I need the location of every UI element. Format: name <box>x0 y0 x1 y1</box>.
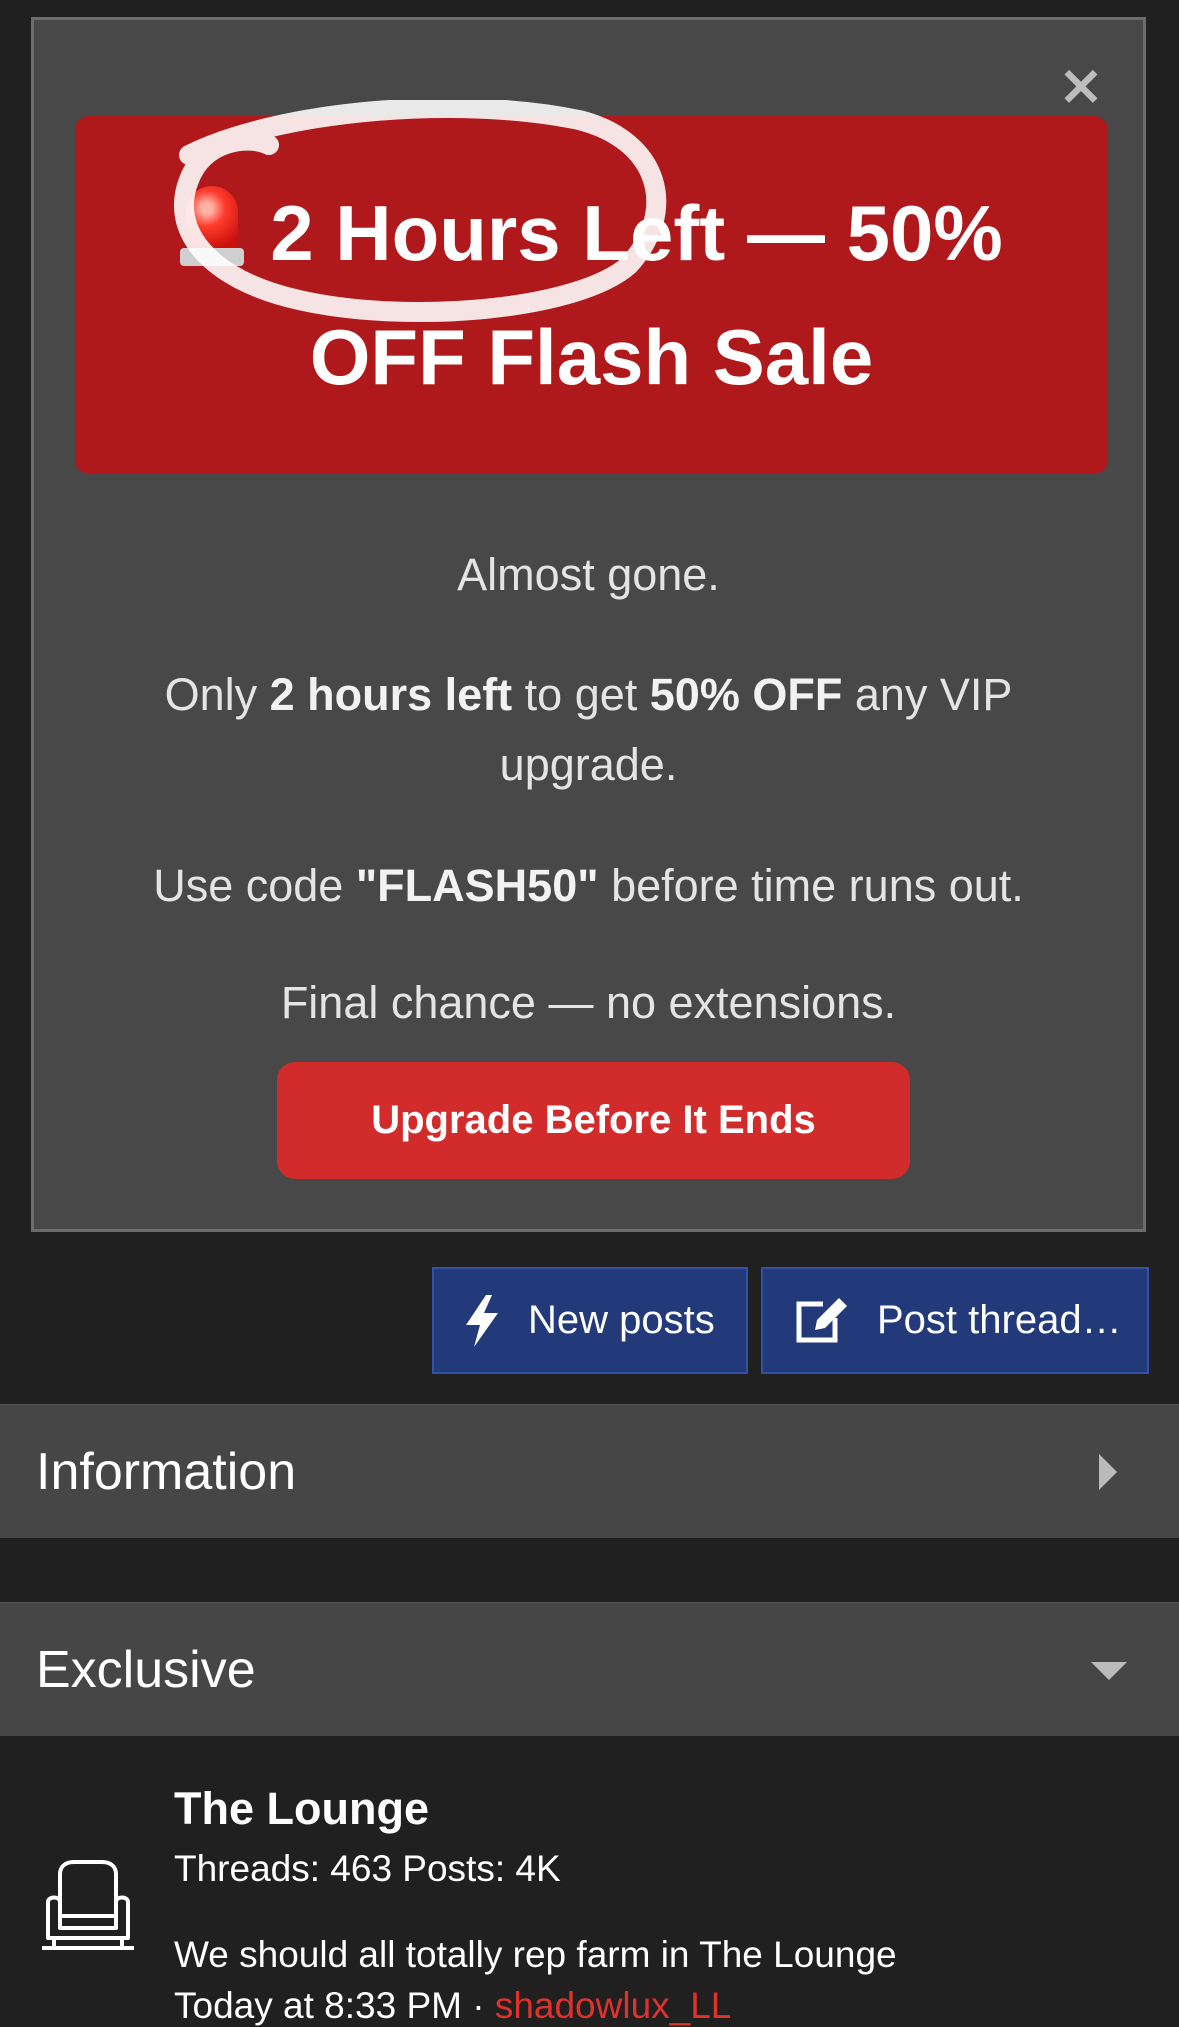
forum-title[interactable]: The Lounge <box>174 1783 429 1835</box>
new-posts-button[interactable]: New posts <box>432 1267 748 1374</box>
lightning-icon <box>466 1294 498 1347</box>
banner-title-text: 2 Hours Left — 50% OFF Flash Sale <box>270 189 1003 401</box>
notice-line-2: Only 2 hours left to get 50% OFF any VIP… <box>164 669 1013 790</box>
siren-icon <box>180 182 245 268</box>
edit-icon <box>796 1297 847 1342</box>
flash-sale-notice: × 2 Hours Left — 50% OFF Flash Sale Almo… <box>31 17 1146 1232</box>
section-title: Exclusive <box>36 1640 256 1699</box>
sale-banner: 2 Hours Left — 50% OFF Flash Sale <box>75 116 1108 474</box>
upgrade-button[interactable]: Upgrade Before It Ends <box>277 1062 910 1179</box>
post-thread-label: Post thread… <box>877 1298 1122 1342</box>
section-exclusive[interactable]: Exclusive <box>0 1602 1179 1736</box>
caret-right-icon[interactable] <box>1097 1453 1119 1490</box>
notice-line-3: Use code "FLASH50" before time runs out. <box>153 860 1024 911</box>
armchair-icon <box>42 1860 134 1950</box>
latest-thread-link[interactable]: We should all totally rep farm in The Lo… <box>174 1934 897 1976</box>
section-information[interactable]: Information <box>0 1404 1179 1538</box>
new-posts-label: New posts <box>528 1298 715 1342</box>
forum-stats: Threads: 463 Posts: 4K <box>174 1848 561 1889</box>
latest-post-meta: Today at 8:33 PM · shadowlux_LL <box>174 1985 731 2027</box>
latest-post-time: Today at 8:33 PM · <box>174 1985 495 2026</box>
banner-title: 2 Hours Left — 50% OFF Flash Sale <box>95 171 1088 419</box>
notice-line-1: Almost gone. <box>457 549 720 600</box>
section-title: Information <box>36 1442 297 1501</box>
post-thread-button[interactable]: Post thread… <box>761 1267 1149 1374</box>
caret-down-icon[interactable] <box>1091 1660 1127 1680</box>
notice-line-4: Final chance — no extensions. <box>280 977 897 1028</box>
latest-post-username[interactable]: shadowlux_LL <box>495 1985 732 2026</box>
close-icon[interactable]: × <box>1055 58 1107 114</box>
